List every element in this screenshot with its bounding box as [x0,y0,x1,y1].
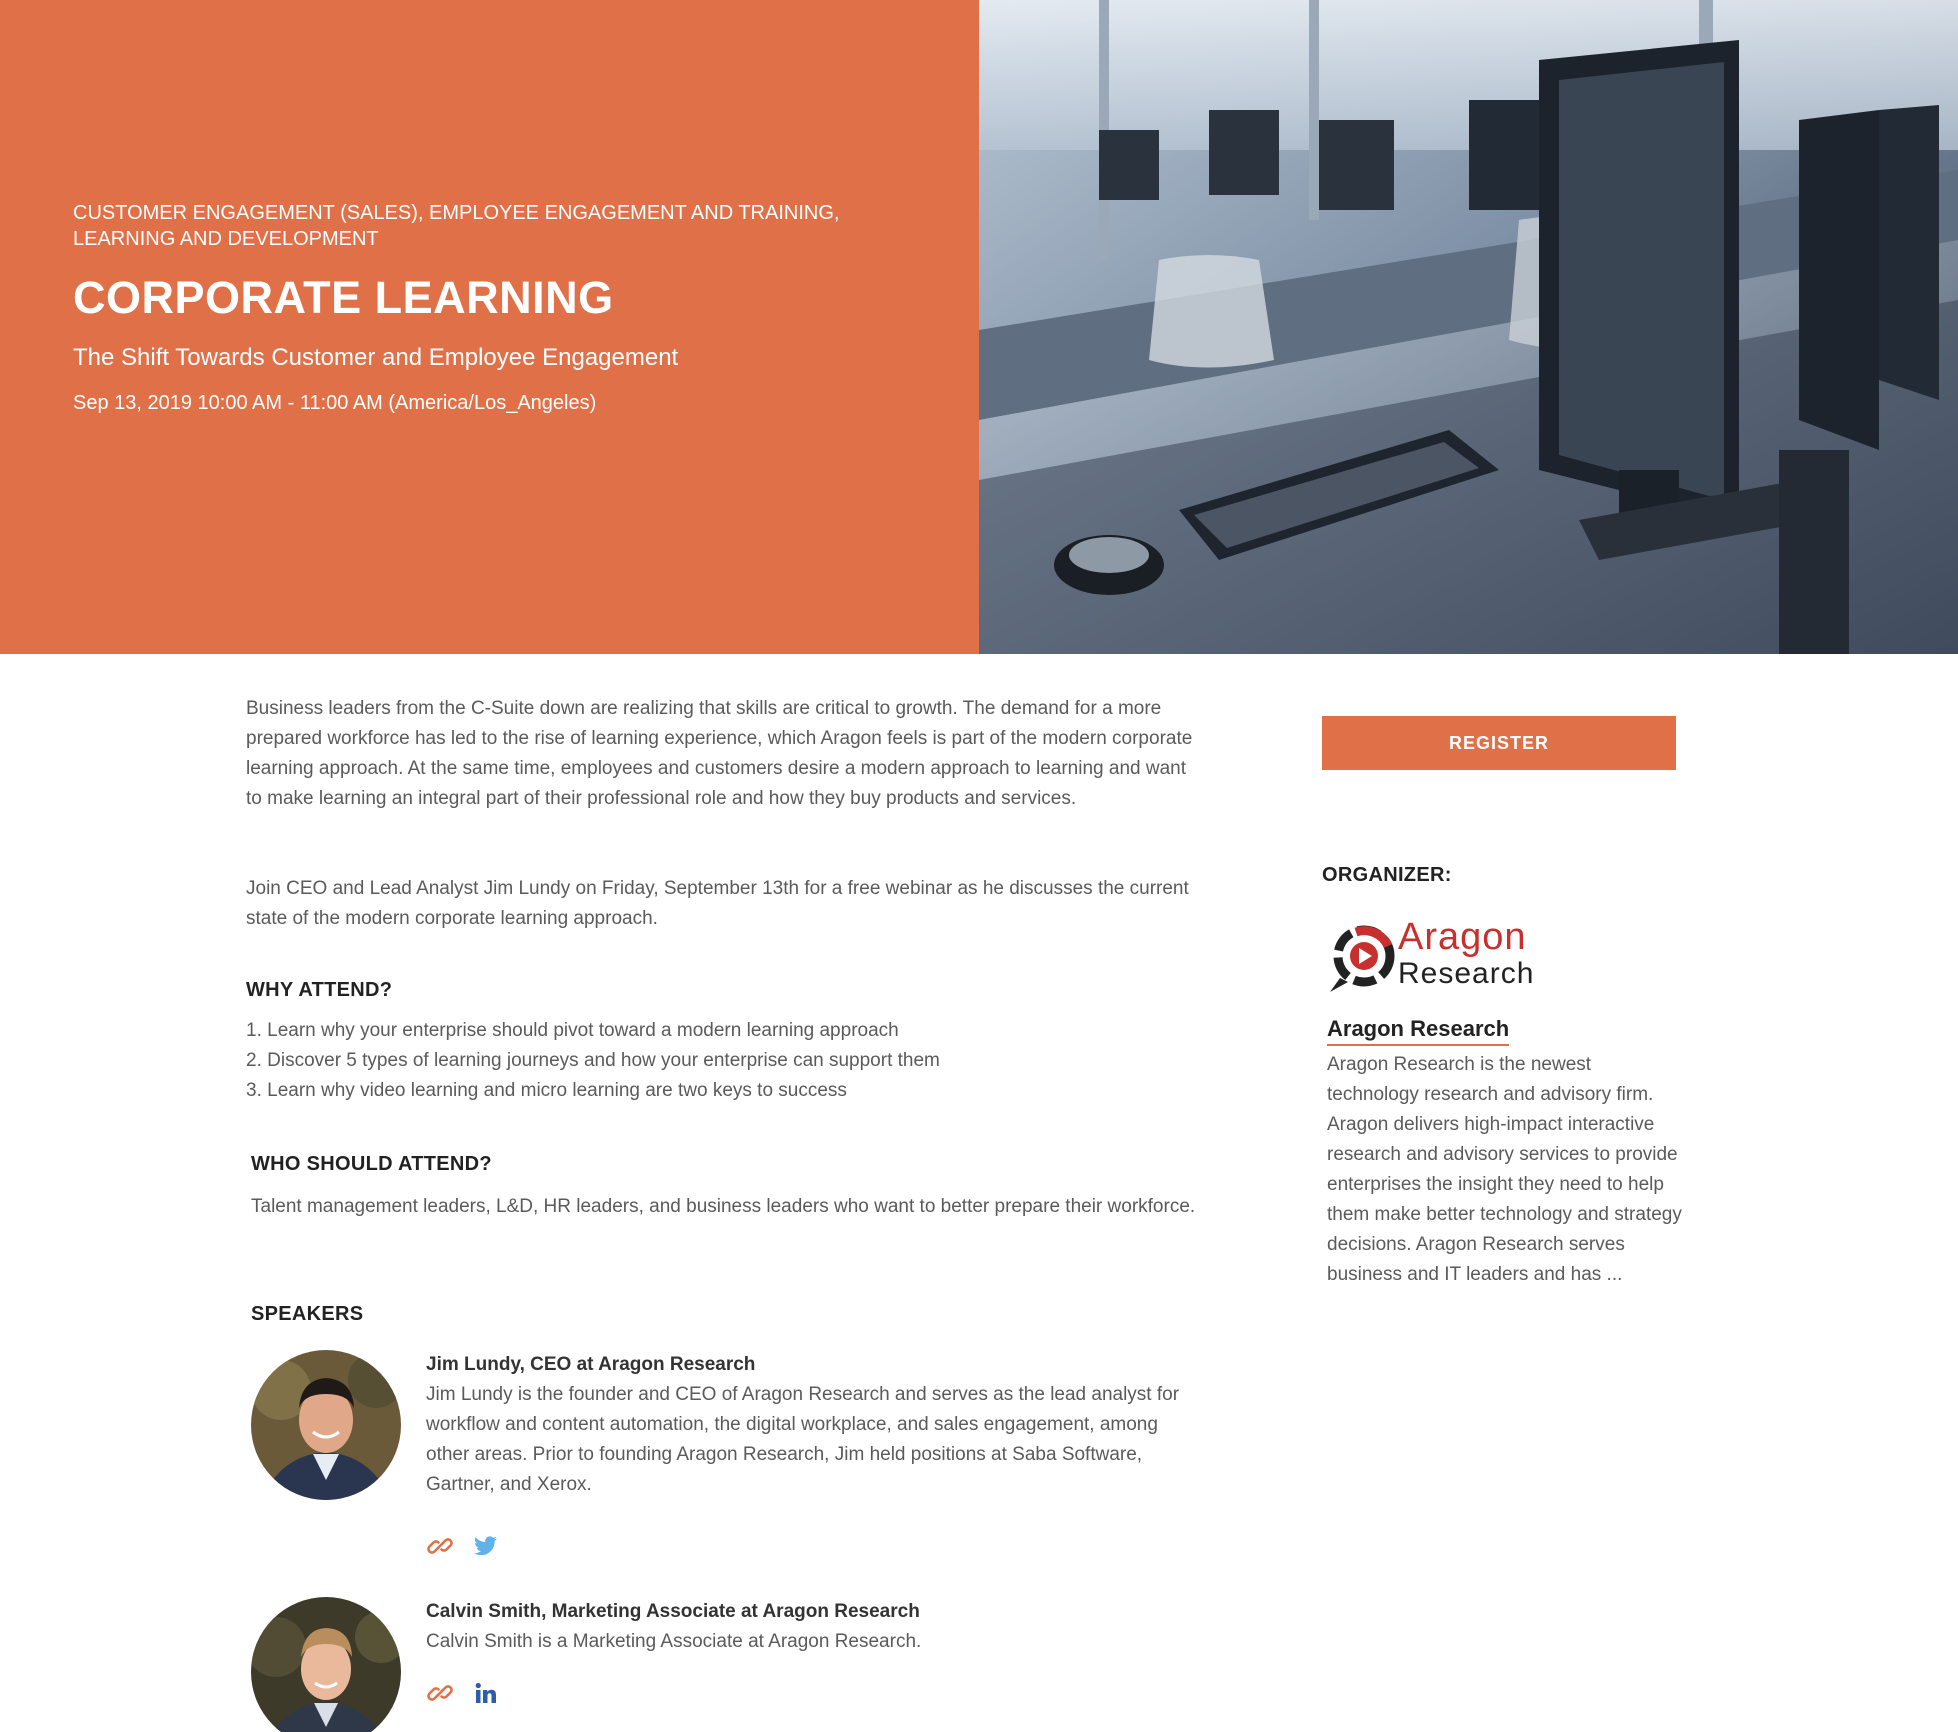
organizer-name-link[interactable]: Aragon Research [1327,1016,1510,1046]
list-item: 1. Learn why your enterprise should pivo… [246,1020,899,1041]
speaker-name: Calvin Smith, Marketing Associate at Ara… [426,1601,920,1622]
who-should-attend-text: Talent management leaders, L&D, HR leade… [251,1196,1196,1217]
organizer-label: ORGANIZER: [1322,864,1452,886]
why-attend-list: 1. Learn why your enterprise should pivo… [246,1016,940,1106]
logo-text-line2: Research [1398,957,1535,990]
hero-banner: CUSTOMER ENGAGEMENT (SALES), EMPLOYEE EN… [0,0,1958,654]
hero-text-panel: CUSTOMER ENGAGEMENT (SALES), EMPLOYEE EN… [0,0,979,654]
hero-image [979,0,1958,654]
linkedin-icon[interactable] [472,1679,500,1707]
speaker-info: Jim Lundy, CEO at Aragon Research Jim Lu… [426,1350,1206,1500]
speaker-name: Jim Lundy, CEO at Aragon Research [426,1354,756,1375]
organizer-logo[interactable]: Aragon Research [1326,916,1576,996]
register-button[interactable]: REGISTER [1322,716,1676,770]
event-join-text: Join CEO and Lead Analyst Jim Lundy on F… [246,878,1189,929]
event-description: Business leaders from the C-Suite down a… [246,698,1193,809]
list-item: 2. Discover 5 types of learning journeys… [246,1050,940,1071]
speaker-bio: Jim Lundy is the founder and CEO of Arag… [426,1384,1180,1495]
speaker-social-links [426,1532,500,1560]
twitter-icon[interactable] [472,1532,500,1560]
link-icon[interactable] [426,1679,454,1707]
event-subtitle: The Shift Towards Customer and Employee … [73,344,679,371]
avatar [251,1350,401,1500]
logo-text-line1: Aragon [1398,916,1527,958]
event-title: CORPORATE LEARNING [73,272,614,323]
speaker-bio: Calvin Smith is a Marketing Associate at… [426,1631,922,1652]
computer-lab-photo [979,0,1958,654]
speakers-heading: SPEAKERS [251,1303,364,1325]
organizer-description: Aragon Research is the newest technology… [1327,1054,1682,1285]
list-item: 3. Learn why video learning and micro le… [246,1080,847,1101]
speaker-social-links [426,1679,500,1707]
why-attend-heading: WHY ATTEND? [246,979,393,1001]
who-should-attend-heading: WHO SHOULD ATTEND? [251,1153,492,1175]
speaker-info: Calvin Smith, Marketing Associate at Ara… [426,1597,1206,1657]
link-icon[interactable] [426,1532,454,1560]
avatar [251,1597,401,1732]
speaker-photo [251,1350,401,1500]
event-datetime: Sep 13, 2019 10:00 AM - 11:00 AM (Americ… [73,392,597,414]
speaker-photo [251,1597,401,1732]
event-categories: CUSTOMER ENGAGEMENT (SALES), EMPLOYEE EN… [73,202,840,250]
